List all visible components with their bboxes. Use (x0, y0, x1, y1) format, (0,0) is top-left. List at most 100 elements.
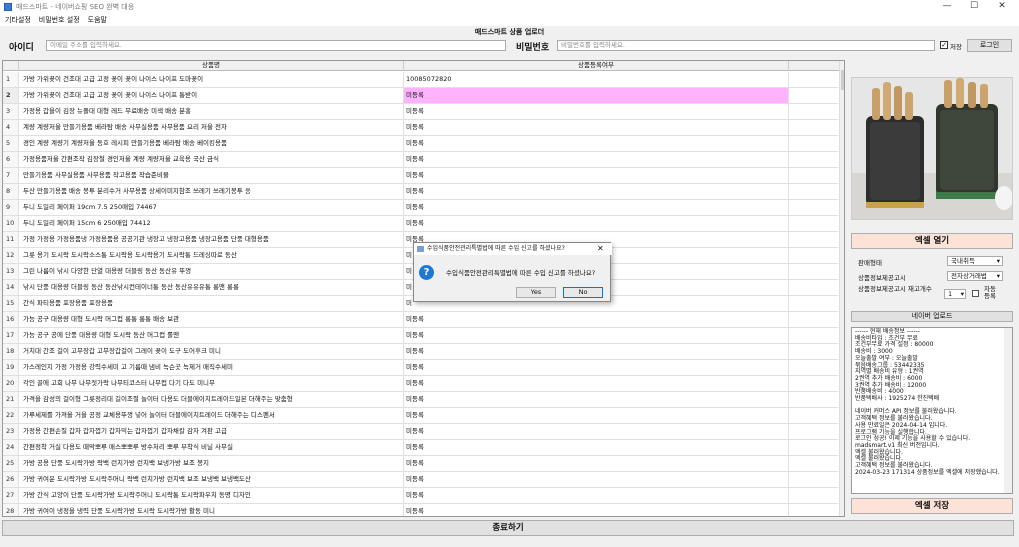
password-input[interactable]: 비밀번호를 입력하세요. (557, 40, 935, 51)
product-name-cell[interactable]: 두산 만들기용품 배송 봉투 분리수거 사무용품 상세이미지참조 쓰레기 쓰레기… (19, 184, 404, 199)
status-cell[interactable]: 미등록 (404, 344, 789, 359)
notice-count-select[interactable]: 1 ▾ (944, 289, 966, 299)
status-cell[interactable]: 미등록 (404, 488, 789, 503)
product-name-cell[interactable]: 거치대 간조 걸이 고무장갑 고무장갑걸이 그레이 꽂이 도구 도어후크 미니 (19, 344, 404, 359)
table-row[interactable]: 17 가능 공구 공에 단풍 대용량 대형 도시락 동산 머그컵 롤맨 미등록 (3, 328, 838, 344)
notice-select[interactable]: 전자상거래법 ▾ (947, 271, 1003, 281)
table-row[interactable]: 26 가방 귀여운 도시락가방 도시락주머니 락백 런치가방 런치백 보조 보냉백… (3, 472, 838, 488)
product-name-cell[interactable]: 그린 나름이 낚시 다양한 단열 대용량 더블링 동산 동산유 뚜껑 (19, 264, 404, 279)
table-row[interactable]: 1 가방 가위꽂이 건조대 고급 고정 꽂이 꽂이 나이스 나이프 도마꽂이 100… (3, 72, 838, 88)
status-cell[interactable]: 미등록 (404, 392, 789, 407)
status-cell[interactable]: 미등록 (404, 472, 789, 487)
menu-item-password[interactable]: 비밀번호 설정 (39, 15, 80, 25)
status-cell[interactable]: 미등록 (404, 328, 789, 343)
table-row[interactable]: 18 거치대 간조 걸이 고무장갑 고무장갑걸이 그레이 꽂이 도구 도어후크 미… (3, 344, 838, 360)
status-cell[interactable]: 미등록 (404, 424, 789, 439)
table-row[interactable]: 23 가정용 간편손질 갑자 갑자껍기 갑자믹는 갑자껍기 갑자채칼 감자 겨판 … (3, 424, 838, 440)
product-name-cell[interactable]: 계량 계량저울 만들기용품 베라탐 배송 사무실용품 사무용품 요리 저울 전자 (19, 120, 404, 135)
table-row[interactable]: 16 가능 공구 대용량 대형 도시락 머그컵 롱통 롱통 배송 보관 미등록 (3, 312, 838, 328)
table-row[interactable]: 8 두산 만들기용품 배송 봉투 분리수거 사무용품 상세이미지참조 쓰레기 쓰레… (3, 184, 838, 200)
table-row[interactable]: 5 경인 계량 계량기 계량저울 동호 레시피 만들기용품 베라탐 배송 베이킹용… (3, 136, 838, 152)
status-cell[interactable]: 미등록 (404, 408, 789, 423)
sales-form-select[interactable]: 국내취득 ▾ (947, 256, 1003, 266)
product-name-cell[interactable]: 두니 도일리 페이퍼 15cm 6 250매입 74412 (19, 216, 404, 231)
product-name-cell[interactable]: 가정용 간편손질 갑자 갑자껍기 갑자믹는 갑자껍기 갑자채칼 감자 겨판 고급 (19, 424, 404, 439)
product-name-cell[interactable]: 가정 가정용 가정용품냉 가정용품용 공공기관 냉장고 냉장고용품 냉장고용품 … (19, 232, 404, 247)
excel-save-button[interactable]: 엑셀 저장 (851, 498, 1013, 514)
maximize-button[interactable]: ☐ (961, 0, 987, 14)
product-name-cell[interactable]: 가정용품저울 간편조작 김장철 경인저울 계량 계량저울 교육용 국산 금식 (19, 152, 404, 167)
status-cell[interactable]: 미등록 (404, 376, 789, 391)
exit-button[interactable]: 종료하기 (2, 520, 1014, 536)
table-row[interactable]: 27 가방 간식 고양이 단풍 도시락가방 도시락주머니 도시락통 도시락파우치 … (3, 488, 838, 504)
status-cell[interactable]: 10085072820 (404, 72, 789, 87)
table-row[interactable]: 4 계량 계량저울 만들기용품 베라탐 배송 사무실용품 사무용품 요리 저울 전… (3, 120, 838, 136)
naver-upload-button[interactable]: 네이버 업로드 (851, 311, 1013, 322)
table-row[interactable]: 2 가방 가위꽂이 건조대 고급 고정 꽂이 꽂이 나이스 나이프 통받이 미등록 (3, 88, 838, 104)
log-textbox[interactable]: ------ 현재 배송정보 ------ 배송비타입 : 조건부 무료 조건부무료… (851, 327, 1013, 494)
table-row[interactable]: 9 두니 도일리 페이퍼 19cm 7.5 250매입 74467 미등록 (3, 200, 838, 216)
menu-item-settings[interactable]: 기타설정 (5, 15, 31, 25)
product-name-cell[interactable]: 가방 공용 단풍 도시락가방 락백 런치가방 런치백 보냉가방 보조 봉지 (19, 456, 404, 471)
product-name-cell[interactable]: 만들기용품 사무실용품 사무용품 작고용품 작습준비물 (19, 168, 404, 183)
status-cell[interactable]: 미등록 (404, 216, 789, 231)
status-cell[interactable]: 미등록 (404, 184, 789, 199)
table-row[interactable]: 22 가루세제를 가져올 거을 공정 교체용뚜껑 넣어 놀이터 더블에이치트레이드… (3, 408, 838, 424)
log-scrollbar[interactable] (1004, 328, 1012, 493)
status-cell[interactable]: 미등록 (404, 88, 789, 103)
dialog-close-button[interactable]: ✕ (597, 243, 604, 255)
product-name-cell[interactable]: 경인 계량 계량기 계량저울 동호 레시피 만들기용품 베라탐 배송 베이킹용품 (19, 136, 404, 151)
product-name-cell[interactable]: 그릇 용기 도시락 도시락소스통 도시락용 도시락용기 도시락통 드레싱따로 동… (19, 248, 404, 263)
status-cell[interactable]: 미등록 (404, 504, 789, 516)
id-input[interactable]: 이메일 주소를 입력하세요. (46, 40, 506, 51)
status-cell[interactable]: 미등록 (404, 200, 789, 215)
auto-register-checkbox[interactable] (972, 290, 979, 297)
table-row[interactable]: 28 가방 귀여이 냉정을 냉력 단풍 도시락가방 도시락 도시락가방 활동 미니… (3, 504, 838, 516)
status-cell[interactable]: 미등록 (404, 104, 789, 119)
product-name-cell[interactable]: 가방 가위꽂이 건조대 고급 고정 꽂이 꽂이 나이스 나이프 통받이 (19, 88, 404, 103)
table-row[interactable]: 20 각인 골에 고회 나무 나무젓가락 나무티코스터 나무컵 다기 다도 미니무… (3, 376, 838, 392)
status-cell[interactable]: 미등록 (404, 360, 789, 375)
menu-item-help[interactable]: 도움말 (88, 15, 107, 25)
scrollbar-thumb[interactable] (841, 70, 844, 90)
product-name-cell[interactable]: 가격을 감성의 걸이형 그릇정리대 길이조절 놀이터 다용도 더블에이치트레이드… (19, 392, 404, 407)
product-name-cell[interactable]: 가능 공구 대용량 대형 도시락 머그컵 롱통 롱통 배송 보관 (19, 312, 404, 327)
minimize-button[interactable]: — (934, 0, 960, 14)
product-name-cell[interactable]: 낚시 단풍 대용량 더블링 동산 동산낚시컨테이너통 동산 동산유유유통 롱맨 … (19, 280, 404, 295)
status-cell[interactable]: 미등록 (404, 152, 789, 167)
status-cell[interactable]: 미등록 (404, 120, 789, 135)
table-row[interactable]: 10 두니 도일리 페이퍼 15cm 6 250매입 74412 미등록 (3, 216, 838, 232)
product-name-cell[interactable]: 가스레인지 가정 가정용 강력수세미 고 기름때 냄비 녹슨곳 녹제거 매직수세… (19, 360, 404, 375)
table-scrollbar[interactable] (839, 61, 844, 516)
product-name-cell[interactable]: 가방 가위꽂이 건조대 고급 고정 꽂이 꽂이 나이스 나이프 도마꽂이 (19, 72, 404, 87)
status-cell[interactable]: 미등록 (404, 312, 789, 327)
product-name-cell[interactable]: 각인 골에 고회 나무 나무젓가락 나무티코스터 나무컵 다기 다도 미니무 (19, 376, 404, 391)
close-button[interactable]: ✕ (989, 0, 1015, 14)
status-header[interactable]: 상품등록여부 (404, 61, 789, 71)
status-cell[interactable]: 미등록 (404, 136, 789, 151)
table-row[interactable]: 3 가정용 갑을이 김장 뉴플대 대형 레드 무료배송 미색 배송 분홍 미등록 (3, 104, 838, 120)
excel-open-button[interactable]: 엑셀 열기 (851, 233, 1013, 249)
product-name-cell[interactable]: 가방 간식 고양이 단풍 도시락가방 도시락주머니 도시락통 도시락파우치 동명… (19, 488, 404, 503)
table-row[interactable]: 6 가정용품저울 간편조작 김장철 경인저울 계량 계량저울 교육용 국산 금식 미… (3, 152, 838, 168)
status-cell[interactable]: 미등록 (404, 168, 789, 183)
product-name-cell[interactable]: 간식 파티용품 포장용품 포장용품 (19, 296, 404, 311)
table-row[interactable]: 21 가격을 감성의 걸이형 그릇정리대 길이조절 놀이터 다용도 더블에이치트레… (3, 392, 838, 408)
product-name-header[interactable]: 상품명 (19, 61, 404, 71)
dialog-yes-button[interactable]: Yes (516, 287, 556, 298)
product-name-cell[interactable]: 가정용 갑을이 김장 뉴플대 대형 레드 무료배송 미색 배송 분홍 (19, 104, 404, 119)
table-row[interactable]: 25 가방 공용 단풍 도시락가방 락백 런치가방 런치백 보냉가방 보조 봉지 미… (3, 456, 838, 472)
table-row[interactable]: 19 가스레인지 가정 가정용 강력수세미 고 기름때 냄비 녹슨곳 녹제거 매직… (3, 360, 838, 376)
login-button[interactable]: 로그인 (967, 39, 1012, 52)
product-name-cell[interactable]: 두니 도일리 페이퍼 19cm 7.5 250매입 74467 (19, 200, 404, 215)
table-row[interactable]: 24 간편정착 거실 다용도 때막뽀루 매스뽀뽀루 방수처리 뽀루 부착식 비닐 … (3, 440, 838, 456)
table-row[interactable]: 7 만들기용품 사무실용품 사무용품 작고용품 작습준비물 미등록 (3, 168, 838, 184)
status-cell[interactable]: 미등록 (404, 456, 789, 471)
product-name-cell[interactable]: 가방 귀여운 도시락가방 도시락주머니 락백 런치가방 런치백 보조 보냉백 보… (19, 472, 404, 487)
product-name-cell[interactable]: 가방 귀여이 냉정을 냉력 단풍 도시락가방 도시락 도시락가방 활동 미니 (19, 504, 404, 516)
product-name-cell[interactable]: 간편정착 거실 다용도 때막뽀루 매스뽀뽀루 방수처리 뽀루 부착식 비닐 사무… (19, 440, 404, 455)
product-name-cell[interactable]: 가능 공구 공에 단풍 대용량 대형 도시락 동산 머그컵 롤맨 (19, 328, 404, 343)
product-name-cell[interactable]: 가루세제를 가져올 거을 공정 교체용뚜껑 넣어 놀이터 더블에이치트레이드 더… (19, 408, 404, 423)
status-cell[interactable]: 미등록 (404, 440, 789, 455)
save-checkbox[interactable]: ✓ (940, 41, 948, 49)
